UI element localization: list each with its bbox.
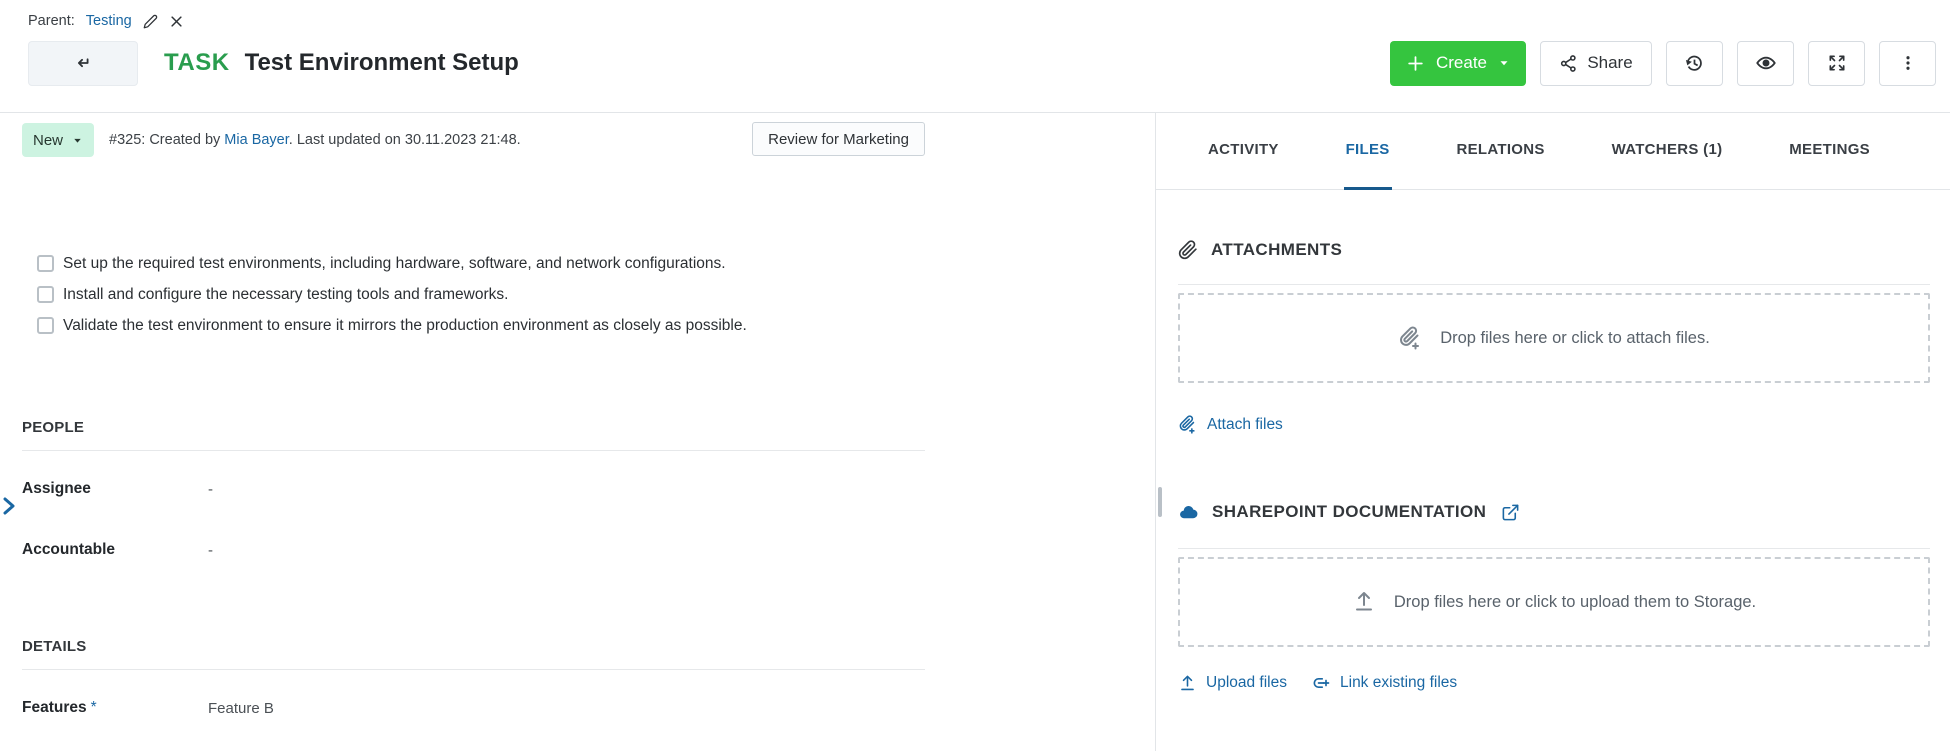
panel-resize-handle[interactable] [1158, 487, 1162, 517]
external-link-icon[interactable] [1501, 503, 1520, 522]
tab-activity[interactable]: ACTIVITY [1206, 113, 1281, 190]
attach-files-label: Attach files [1207, 416, 1283, 434]
description-checklist: Set up the required test environments, i… [37, 248, 1155, 341]
work-package-page: Parent: Testing TASK Test Environment Se… [0, 0, 1950, 751]
attach-paperclip-icon [1178, 415, 1197, 434]
checklist-item-label: Install and configure the necessary test… [63, 286, 508, 304]
creation-meta: #325: Created by Mia Bayer. Last updated… [109, 132, 521, 148]
sharepoint-heading: SHAREPOINT DOCUMENTATION [1212, 502, 1486, 522]
author-link[interactable]: Mia Bayer [224, 132, 288, 148]
parent-breadcrumb: Parent: Testing [0, 0, 1950, 29]
upload-files-link[interactable]: Upload files [1178, 674, 1287, 693]
checklist-item: Validate the test environment to ensure … [37, 310, 1155, 341]
checklist-item-label: Validate the test environment to ensure … [63, 317, 747, 335]
details-section: DETAILS Features* Feature B [22, 638, 925, 734]
remove-parent-close-icon[interactable] [169, 14, 184, 29]
attachments-dropzone-text: Drop files here or click to attach files… [1440, 329, 1710, 348]
assignee-value[interactable]: - [208, 481, 213, 498]
add-link-icon [1311, 673, 1331, 693]
work-package-header: TASK Test Environment Setup Create Share [0, 40, 1950, 86]
activity-history-button[interactable] [1666, 41, 1723, 86]
checklist-item: Set up the required test environments, i… [37, 248, 1155, 279]
accountable-label: Accountable [22, 541, 208, 559]
checkbox-unchecked[interactable] [37, 255, 54, 272]
status-label: New [33, 132, 63, 149]
expand-panel-chevron-icon[interactable] [1, 495, 17, 517]
details-heading: DETAILS [22, 638, 925, 656]
tab-meetings[interactable]: MEETINGS [1787, 113, 1872, 190]
link-existing-files-link[interactable]: Link existing files [1311, 673, 1457, 693]
parent-label: Parent: [28, 13, 75, 29]
attachments-dropzone[interactable]: Drop files here or click to attach files… [1178, 293, 1930, 383]
upload-files-label: Upload files [1206, 674, 1287, 692]
storage-dropzone[interactable]: Drop files here or click to upload them … [1178, 557, 1930, 647]
meta-suffix: . Last updated on 30.11.2023 21:48. [289, 132, 521, 148]
review-for-marketing-button[interactable]: Review for Marketing [752, 122, 925, 156]
people-section: PEOPLE Assignee - Accountable - [22, 419, 925, 576]
detail-tabs: ACTIVITY FILES RELATIONS WATCHERS (1) ME… [1156, 113, 1950, 190]
eye-icon [1755, 52, 1777, 74]
status-row: New #325: Created by Mia Bayer. Last upd… [22, 122, 925, 158]
upload-icon [1178, 674, 1197, 693]
section-divider [22, 669, 925, 670]
storage-dropzone-text: Drop files here or click to upload them … [1394, 593, 1756, 612]
checklist-item: Install and configure the necessary test… [37, 279, 1155, 310]
share-button-label: Share [1587, 53, 1632, 73]
edit-parent-pencil-icon[interactable] [143, 14, 158, 29]
checklist-item-label: Set up the required test environments, i… [63, 255, 726, 273]
checkbox-unchecked[interactable] [37, 317, 54, 334]
page-title[interactable]: Test Environment Setup [245, 49, 519, 77]
files-tab-content: ATTACHMENTS Drop files here or click to … [1156, 190, 1950, 693]
fullscreen-expand-icon [1827, 53, 1847, 73]
main-split-view: New #325: Created by Mia Bayer. Last upd… [0, 113, 1950, 751]
section-divider [22, 450, 925, 451]
attachments-header: ATTACHMENTS [1178, 238, 1930, 262]
parent-link[interactable]: Testing [86, 13, 132, 29]
status-caret-icon [72, 135, 83, 146]
accountable-value[interactable]: - [208, 542, 213, 559]
tab-watchers[interactable]: WATCHERS (1) [1610, 113, 1725, 190]
meta-prefix: #325: Created by [109, 132, 224, 148]
back-arrow-icon [72, 52, 94, 74]
link-existing-files-label: Link existing files [1340, 674, 1457, 692]
create-button[interactable]: Create [1390, 41, 1526, 86]
back-button[interactable] [28, 41, 138, 86]
upload-icon [1352, 590, 1376, 614]
section-divider [1178, 284, 1930, 285]
people-heading: PEOPLE [22, 419, 925, 437]
top-toolbar: Parent: Testing TASK Test Environment Se… [0, 0, 1950, 113]
assignee-label: Assignee [22, 480, 208, 498]
more-menu-button[interactable] [1879, 41, 1936, 86]
features-value[interactable]: Feature B [208, 700, 274, 717]
features-label: Features* [22, 699, 208, 717]
history-clock-icon [1684, 53, 1705, 74]
checkbox-unchecked[interactable] [37, 286, 54, 303]
section-divider [1178, 548, 1930, 549]
attachments-heading: ATTACHMENTS [1211, 240, 1342, 260]
cloud-storage-icon [1178, 502, 1199, 523]
create-button-label: Create [1436, 53, 1487, 73]
tab-files[interactable]: FILES [1344, 113, 1392, 190]
tab-relations[interactable]: RELATIONS [1454, 113, 1546, 190]
assignee-row: Assignee - [22, 463, 925, 515]
sharepoint-header: SHAREPOINT DOCUMENTATION [1178, 500, 1930, 524]
plus-icon [1406, 54, 1425, 73]
share-icon [1559, 54, 1578, 73]
kebab-menu-icon [1899, 54, 1917, 72]
share-button[interactable]: Share [1540, 41, 1652, 86]
paperclip-icon [1178, 240, 1198, 260]
files-side-panel: ACTIVITY FILES RELATIONS WATCHERS (1) ME… [1156, 113, 1950, 751]
status-dropdown[interactable]: New [22, 123, 94, 157]
chevron-down-icon [1498, 57, 1510, 69]
attach-paperclip-icon [1398, 326, 1422, 350]
accountable-row: Accountable - [22, 524, 925, 576]
watch-button[interactable] [1737, 41, 1794, 86]
work-package-type[interactable]: TASK [164, 49, 230, 77]
features-row: Features* Feature B [22, 682, 925, 734]
required-marker: * [91, 699, 97, 716]
storage-actions: Upload files Link existing files [1178, 673, 1930, 693]
work-package-detail-panel: New #325: Created by Mia Bayer. Last upd… [0, 113, 1156, 751]
fullscreen-button[interactable] [1808, 41, 1865, 86]
attach-files-link[interactable]: Attach files [1178, 415, 1283, 434]
